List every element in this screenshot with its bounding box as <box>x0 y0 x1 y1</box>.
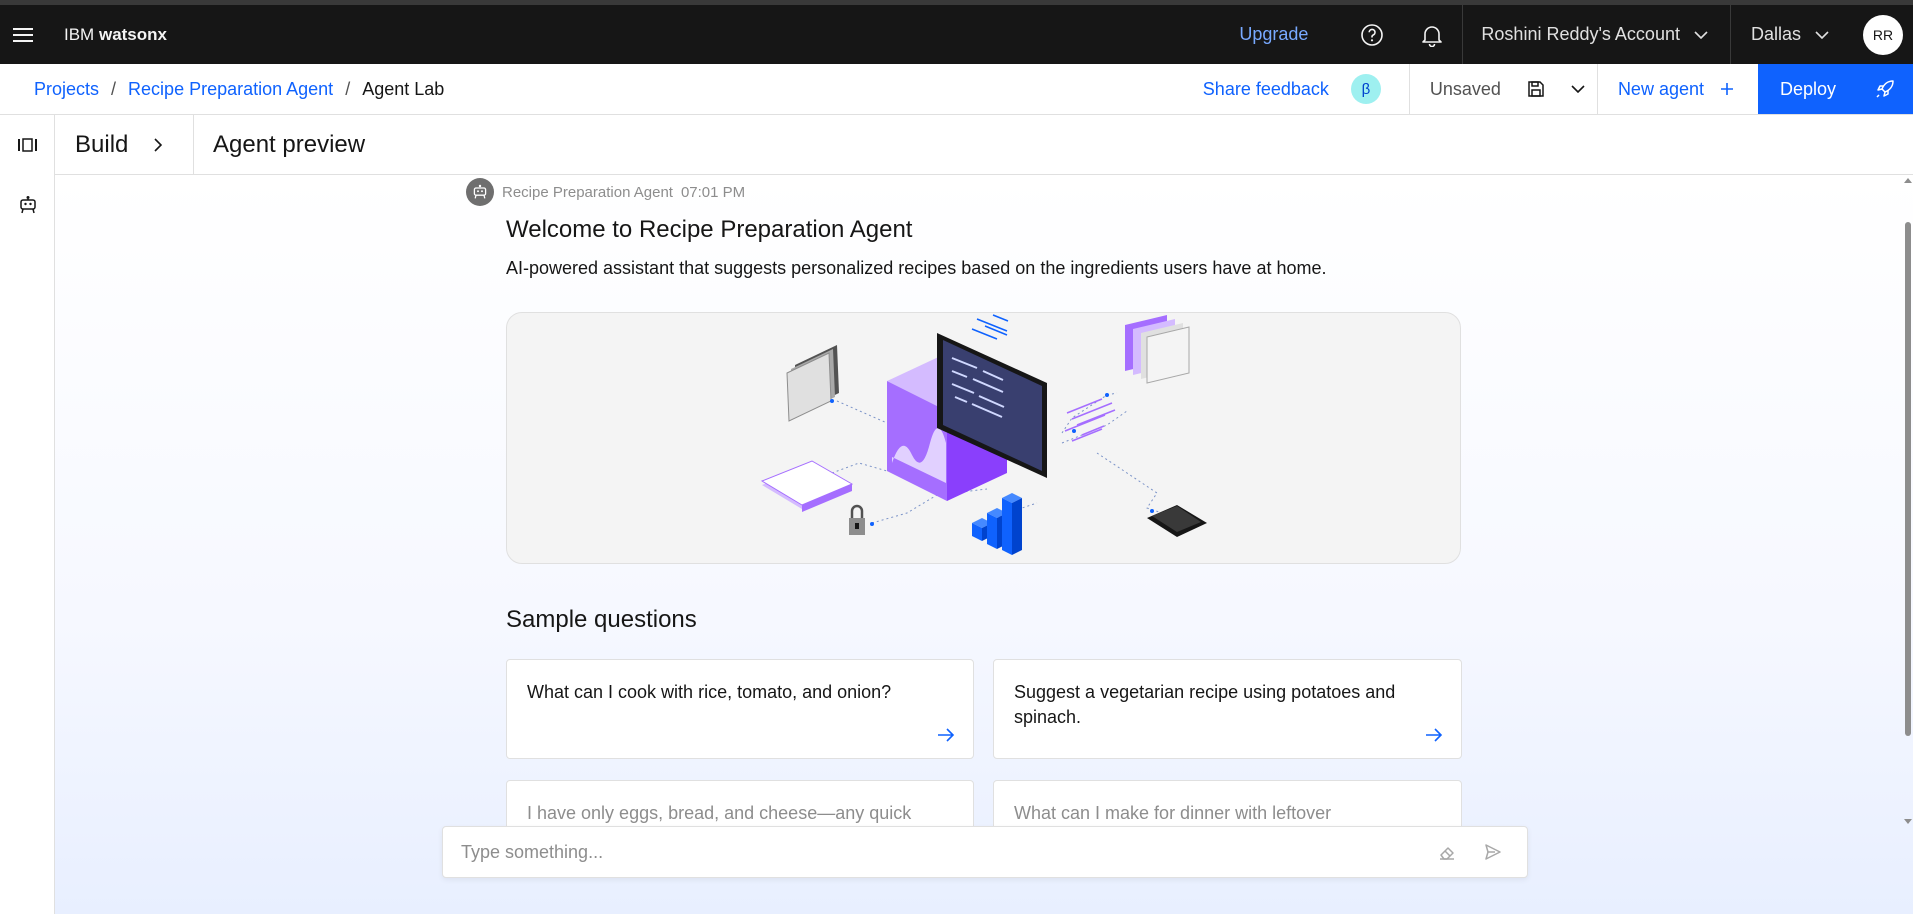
message-sender: Recipe Preparation Agent <box>502 183 673 201</box>
bar-chart-shape <box>972 493 1022 555</box>
page-title: Agent preview <box>213 130 366 158</box>
welcome-illustration <box>506 312 1461 564</box>
rail-configure-button[interactable] <box>0 115 55 175</box>
rocket-icon <box>1876 80 1894 98</box>
breadcrumb-agent-lab: Agent Lab <box>362 78 445 99</box>
send-icon <box>1485 844 1501 860</box>
sample-question-card[interactable]: Suggest a vegetarian recipe using potato… <box>993 659 1462 759</box>
bell-icon <box>1422 25 1443 47</box>
chat-scrollbar[interactable] <box>1903 176 1913 836</box>
subheader: Build Agent preview <box>55 114 1913 175</box>
breadcrumb-separator: / <box>111 78 117 99</box>
top-header: IBM watsonx Upgrade Roshini Reddy's Acco… <box>0 0 1913 64</box>
plus-icon <box>1721 83 1733 95</box>
hamburger-menu-button[interactable] <box>0 5 46 64</box>
deploy-button[interactable]: Deploy <box>1758 64 1913 114</box>
lock-shape <box>849 504 865 535</box>
book-shape <box>760 460 854 512</box>
chevron-down-icon <box>1815 30 1829 39</box>
chevron-down-icon <box>1694 30 1708 39</box>
left-rail <box>0 115 55 914</box>
breadcrumb-bar: Projects / Recipe Preparation Agent / Ag… <box>0 64 1913 115</box>
tablet-shape <box>1147 505 1207 537</box>
chat-input-bar <box>442 826 1528 878</box>
folder-shape <box>786 345 839 422</box>
chat-area: Recipe Preparation Agent 07:01 PM Welcom… <box>55 176 1913 914</box>
sample-question-card[interactable]: What can I cook with rice, tomato, and o… <box>506 659 974 759</box>
breadcrumb: Projects / Recipe Preparation Agent / Ag… <box>34 79 444 100</box>
bot-icon <box>473 184 487 199</box>
clear-button[interactable] <box>1431 836 1463 868</box>
beta-badge: β <box>1350 74 1381 104</box>
scroll-thumb[interactable] <box>1905 222 1911 736</box>
build-toggle[interactable]: Build <box>55 114 194 175</box>
pages-stack <box>1125 315 1190 384</box>
product-logo[interactable]: IBM watsonx <box>64 25 167 45</box>
eraser-icon <box>1440 847 1454 860</box>
welcome-title: Welcome to Recipe Preparation Agent <box>506 216 913 243</box>
chat-input[interactable] <box>461 841 1417 863</box>
arrow-right-icon <box>938 728 955 742</box>
arrow-right-icon <box>1426 728 1443 742</box>
build-label: Build <box>75 130 129 158</box>
notifications-button[interactable] <box>1402 5 1462 64</box>
brand-name: watsonx <box>98 24 167 44</box>
new-agent-button[interactable]: New agent <box>1596 64 1758 114</box>
sample-question-text: What can I make for dinner with leftover <box>1014 803 1332 823</box>
save-icon[interactable] <box>1527 80 1545 98</box>
breadcrumb-projects[interactable]: Projects <box>34 79 99 100</box>
share-feedback-link[interactable]: Share feedback <box>1203 79 1329 100</box>
deploy-label: Deploy <box>1780 78 1837 99</box>
sliders-icon <box>17 138 37 152</box>
help-icon <box>1361 23 1384 46</box>
message-time: 07:01 PM <box>680 183 746 201</box>
account-switcher[interactable]: Roshini Reddy's Account <box>1462 5 1730 64</box>
save-status: Unsaved <box>1429 78 1501 99</box>
account-label: Roshini Reddy's Account <box>1481 24 1680 44</box>
save-controls: Unsaved <box>1408 64 1597 114</box>
scroll-down-arrow[interactable] <box>1904 819 1912 824</box>
sample-questions-title: Sample questions <box>506 606 697 633</box>
user-avatar[interactable]: RR <box>1863 14 1903 55</box>
send-button[interactable] <box>1477 836 1509 868</box>
upgrade-link[interactable]: Upgrade <box>1239 24 1308 45</box>
welcome-description: AI-powered assistant that suggests perso… <box>506 258 1327 278</box>
sample-question-text: Suggest a vegetarian recipe using potato… <box>1014 682 1396 727</box>
chevron-down-icon[interactable] <box>1571 85 1585 93</box>
help-button[interactable] <box>1342 5 1402 64</box>
hamburger-icon <box>13 27 33 42</box>
agent-avatar <box>466 178 494 206</box>
region-label: Dallas <box>1750 24 1801 44</box>
message-header: Recipe Preparation Agent 07:01 PM <box>466 178 745 206</box>
breadcrumb-recipe-agent[interactable]: Recipe Preparation Agent <box>128 79 333 100</box>
brand-prefix: IBM <box>64 24 95 44</box>
rail-agent-button[interactable] <box>0 175 55 235</box>
isometric-illustration <box>760 314 1207 555</box>
sample-question-text: I have only eggs, bread, and cheese—any … <box>527 803 912 823</box>
breadcrumb-separator: / <box>345 78 351 99</box>
sample-question-text: What can I cook with rice, tomato, and o… <box>527 682 892 702</box>
chevron-right-icon <box>154 137 163 152</box>
scroll-up-arrow[interactable] <box>1904 178 1912 183</box>
bot-icon <box>19 196 36 214</box>
new-agent-label: New agent <box>1617 78 1704 99</box>
region-switcher[interactable]: Dallas <box>1729 5 1851 64</box>
